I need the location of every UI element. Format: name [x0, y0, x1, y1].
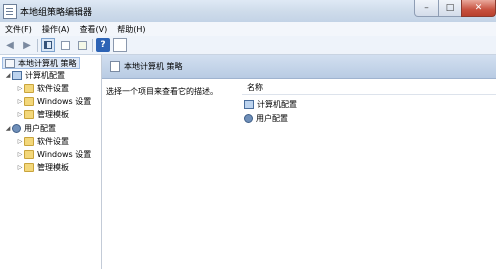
- collapsed-arrow-icon[interactable]: ▷: [16, 111, 24, 118]
- details-pane: 本地计算机 策略 选择一个项目来查看它的描述。 名称 计算机配置 用户配置: [102, 55, 496, 269]
- tree-item-label: 软件设置: [37, 136, 69, 146]
- tree-item-label: Windows 设置: [37, 149, 92, 159]
- folder-icon: [24, 149, 34, 159]
- tree-item-local-computer-policy[interactable]: 本地计算机 策略: [2, 57, 80, 69]
- tree-item-software-settings[interactable]: ▷ 软件设置: [16, 135, 69, 147]
- list-item-computer-config[interactable]: 计算机配置: [244, 98, 297, 110]
- export-icon[interactable]: [75, 38, 89, 52]
- toolbar-separator: [37, 38, 38, 52]
- menu-action[interactable]: 操作(A): [37, 24, 75, 35]
- toolbar-separator: [92, 38, 93, 52]
- tree-item-user-config[interactable]: ◢ 用户配置: [4, 122, 56, 134]
- menu-view[interactable]: 查看(V): [75, 24, 113, 35]
- policy-icon: [5, 58, 15, 68]
- column-header-name[interactable]: 名称: [242, 81, 496, 95]
- tree-item-windows-settings[interactable]: ▷ Windows 设置: [16, 148, 91, 160]
- app-icon: [3, 4, 17, 19]
- description-text: 选择一个项目来查看它的描述。: [106, 87, 218, 96]
- folder-icon: [24, 96, 34, 106]
- folder-icon: [24, 109, 34, 119]
- list-item-label: 计算机配置: [257, 99, 297, 109]
- view-icon[interactable]: [113, 38, 127, 52]
- collapsed-arrow-icon[interactable]: ▷: [16, 151, 24, 158]
- menu-help[interactable]: 帮助(H): [112, 24, 150, 35]
- tree-item-label: 软件设置: [37, 83, 69, 93]
- policy-icon: [110, 61, 120, 72]
- back-icon[interactable]: ◀: [3, 38, 17, 52]
- window-title: 本地组策略编辑器: [20, 8, 93, 18]
- tree-pane: 本地计算机 策略 ◢ 计算机配置 ▷ 软件设置 ▷ Windows 设置 ▷ 管…: [0, 55, 102, 269]
- tree-item-label: Windows 设置: [37, 96, 92, 106]
- menu-bar: 文件(F) 操作(A) 查看(V) 帮助(H): [0, 22, 496, 36]
- expanded-arrow-icon[interactable]: ◢: [4, 125, 12, 132]
- user-icon: [12, 123, 21, 133]
- folder-icon: [24, 83, 34, 93]
- computer-icon: [244, 99, 254, 109]
- toolbar: ◀ ▶ ?: [0, 36, 496, 55]
- collapsed-arrow-icon[interactable]: ▷: [16, 98, 24, 105]
- help-icon[interactable]: ?: [96, 38, 110, 52]
- column-header-label: 名称: [247, 83, 263, 92]
- details-header: 本地计算机 策略: [102, 55, 496, 79]
- properties-icon[interactable]: [58, 38, 72, 52]
- collapsed-arrow-icon[interactable]: ▷: [16, 164, 24, 171]
- menu-file[interactable]: 文件(F): [0, 24, 37, 35]
- folder-icon: [24, 136, 34, 146]
- show-tree-icon[interactable]: [41, 38, 55, 52]
- maximize-button[interactable]: □: [438, 0, 462, 17]
- folder-icon: [24, 162, 34, 172]
- tree-item-admin-templates[interactable]: ▷ 管理模板: [16, 108, 69, 120]
- list-item-label: 用户配置: [256, 113, 288, 123]
- computer-icon: [12, 70, 22, 80]
- user-icon: [244, 113, 253, 123]
- title-bar[interactable]: 本地组策略编辑器 – □ ✕: [0, 0, 496, 23]
- tree-item-software-settings[interactable]: ▷ 软件设置: [16, 82, 69, 94]
- expanded-arrow-icon[interactable]: ◢: [4, 72, 12, 79]
- collapsed-arrow-icon[interactable]: ▷: [16, 138, 24, 145]
- group-policy-editor-window: 本地组策略编辑器 – □ ✕ 文件(F) 操作(A) 查看(V) 帮助(H) ◀…: [0, 0, 496, 269]
- forward-icon[interactable]: ▶: [20, 38, 34, 52]
- tree-item-label: 计算机配置: [25, 70, 65, 80]
- collapsed-arrow-icon[interactable]: ▷: [16, 85, 24, 92]
- tree-item-admin-templates[interactable]: ▷ 管理模板: [16, 161, 69, 173]
- tree-item-label: 管理模板: [37, 109, 69, 119]
- minimize-button[interactable]: –: [414, 0, 439, 17]
- close-button[interactable]: ✕: [461, 0, 496, 17]
- tree-item-label: 管理模板: [37, 162, 69, 172]
- tree-item-label: 用户配置: [24, 123, 56, 133]
- tree-item-label: 本地计算机 策略: [18, 58, 77, 68]
- details-title: 本地计算机 策略: [124, 62, 183, 71]
- tree-item-computer-config[interactable]: ◢ 计算机配置: [4, 69, 65, 81]
- list-item-user-config[interactable]: 用户配置: [244, 112, 288, 124]
- tree-item-windows-settings[interactable]: ▷ Windows 设置: [16, 95, 91, 107]
